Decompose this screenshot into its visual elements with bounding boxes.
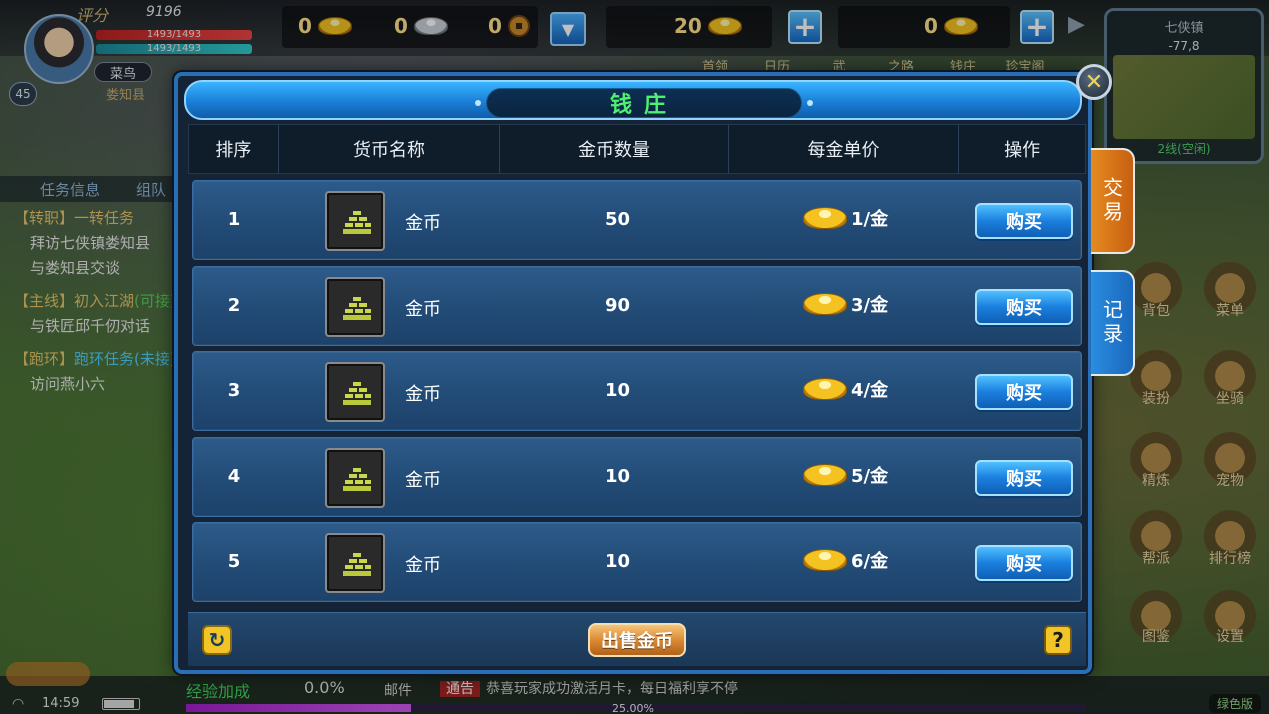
bank-dialog: 钱庄 ✕ 排序 货币名称 金币数量 每金单价 操作 1 金币 50 1/金 购买 2 金币 9… [174, 64, 1112, 674]
gold-ingot-icon [803, 378, 847, 400]
gold-ingot-icon [803, 207, 847, 229]
unit-price-value: 6/金 [851, 551, 889, 572]
unit-price-value: 5/金 [851, 465, 889, 487]
item-slot[interactable] [325, 362, 385, 422]
dialog-footer: ↻ 出售金币 ? [188, 612, 1086, 666]
unit-price-value: 4/金 [851, 380, 889, 401]
currency-name: 金币 [405, 469, 441, 491]
gold-coin-stack-icon [343, 467, 371, 491]
currency-name: 金币 [405, 384, 441, 405]
gold-coin-stack-icon [343, 296, 371, 320]
gold-ingot-icon [803, 292, 847, 315]
unit-price: 1/金 [803, 205, 888, 231]
row-rank: 4 [227, 465, 241, 487]
item-slot[interactable] [325, 191, 385, 251]
gold-coin-stack-icon [343, 211, 371, 234]
dialog-title: 钱庄 [475, 88, 813, 118]
buy-button[interactable]: 购买 [975, 203, 1073, 239]
item-slot[interactable] [325, 533, 385, 593]
row-rank: 1 [227, 209, 241, 230]
table-row: 4 金币 10 5/金 购买 [192, 436, 1082, 517]
header-rank: 排序 [189, 125, 279, 173]
table-row: 5 金币 10 6/金 购买 [192, 522, 1082, 602]
refresh-button[interactable]: ↻ [202, 625, 232, 655]
unit-price: 4/金 [803, 376, 888, 402]
row-rank: 5 [227, 551, 241, 572]
unit-price-value: 1/金 [851, 209, 889, 230]
row-rank: 2 [227, 294, 241, 316]
table-row: 1 金币 50 1/金 购买 [192, 180, 1082, 260]
gold-amount: 10 [604, 380, 631, 401]
header-gold-amount: 金币数量 [500, 125, 729, 173]
table-header: 排序 货币名称 金币数量 每金单价 操作 [188, 124, 1086, 174]
table-row: 2 金币 90 3/金 购买 [192, 265, 1082, 346]
tab-trade[interactable]: 交易 [1091, 148, 1135, 254]
listing-rows: 1 金币 50 1/金 购买 2 金币 90 3/金 购买 3 金币 10 4/金 购买 4 金币 10 5/金 购买… [192, 180, 1082, 608]
header-unit-price: 每金单价 [729, 125, 960, 173]
sell-gold-button[interactable]: 出售金币 [588, 623, 686, 657]
buy-button[interactable]: 购买 [975, 288, 1073, 325]
currency-name: 金币 [405, 213, 441, 234]
gold-ingot-icon [803, 549, 847, 571]
gold-amount: 10 [604, 551, 631, 572]
help-button[interactable]: ? [1044, 625, 1072, 655]
currency-name: 金币 [405, 555, 441, 576]
item-slot[interactable] [325, 276, 385, 337]
item-slot[interactable] [325, 447, 385, 508]
dialog-header: 钱庄 [184, 80, 1082, 120]
buy-button[interactable]: 购买 [975, 459, 1073, 496]
gold-coin-stack-icon [343, 382, 371, 405]
gold-amount: 90 [604, 294, 631, 316]
gold-amount: 50 [604, 209, 631, 230]
tab-record[interactable]: 记录 [1091, 270, 1135, 376]
unit-price: 3/金 [803, 291, 888, 317]
currency-name: 金币 [405, 298, 441, 320]
table-row: 3 金币 10 4/金 购买 [192, 351, 1082, 431]
row-rank: 3 [227, 380, 241, 401]
unit-price: 5/金 [803, 462, 888, 488]
gold-coin-stack-icon [343, 553, 371, 576]
buy-button[interactable]: 购买 [975, 545, 1073, 581]
gold-ingot-icon [803, 463, 847, 486]
buy-button[interactable]: 购买 [975, 374, 1073, 410]
gold-amount: 10 [604, 465, 631, 487]
header-action: 操作 [1004, 140, 1041, 161]
unit-price-value: 3/金 [851, 294, 889, 316]
unit-price: 6/金 [803, 547, 888, 573]
header-currency-name: 货币名称 [279, 125, 501, 173]
close-button[interactable]: ✕ [1076, 64, 1112, 100]
